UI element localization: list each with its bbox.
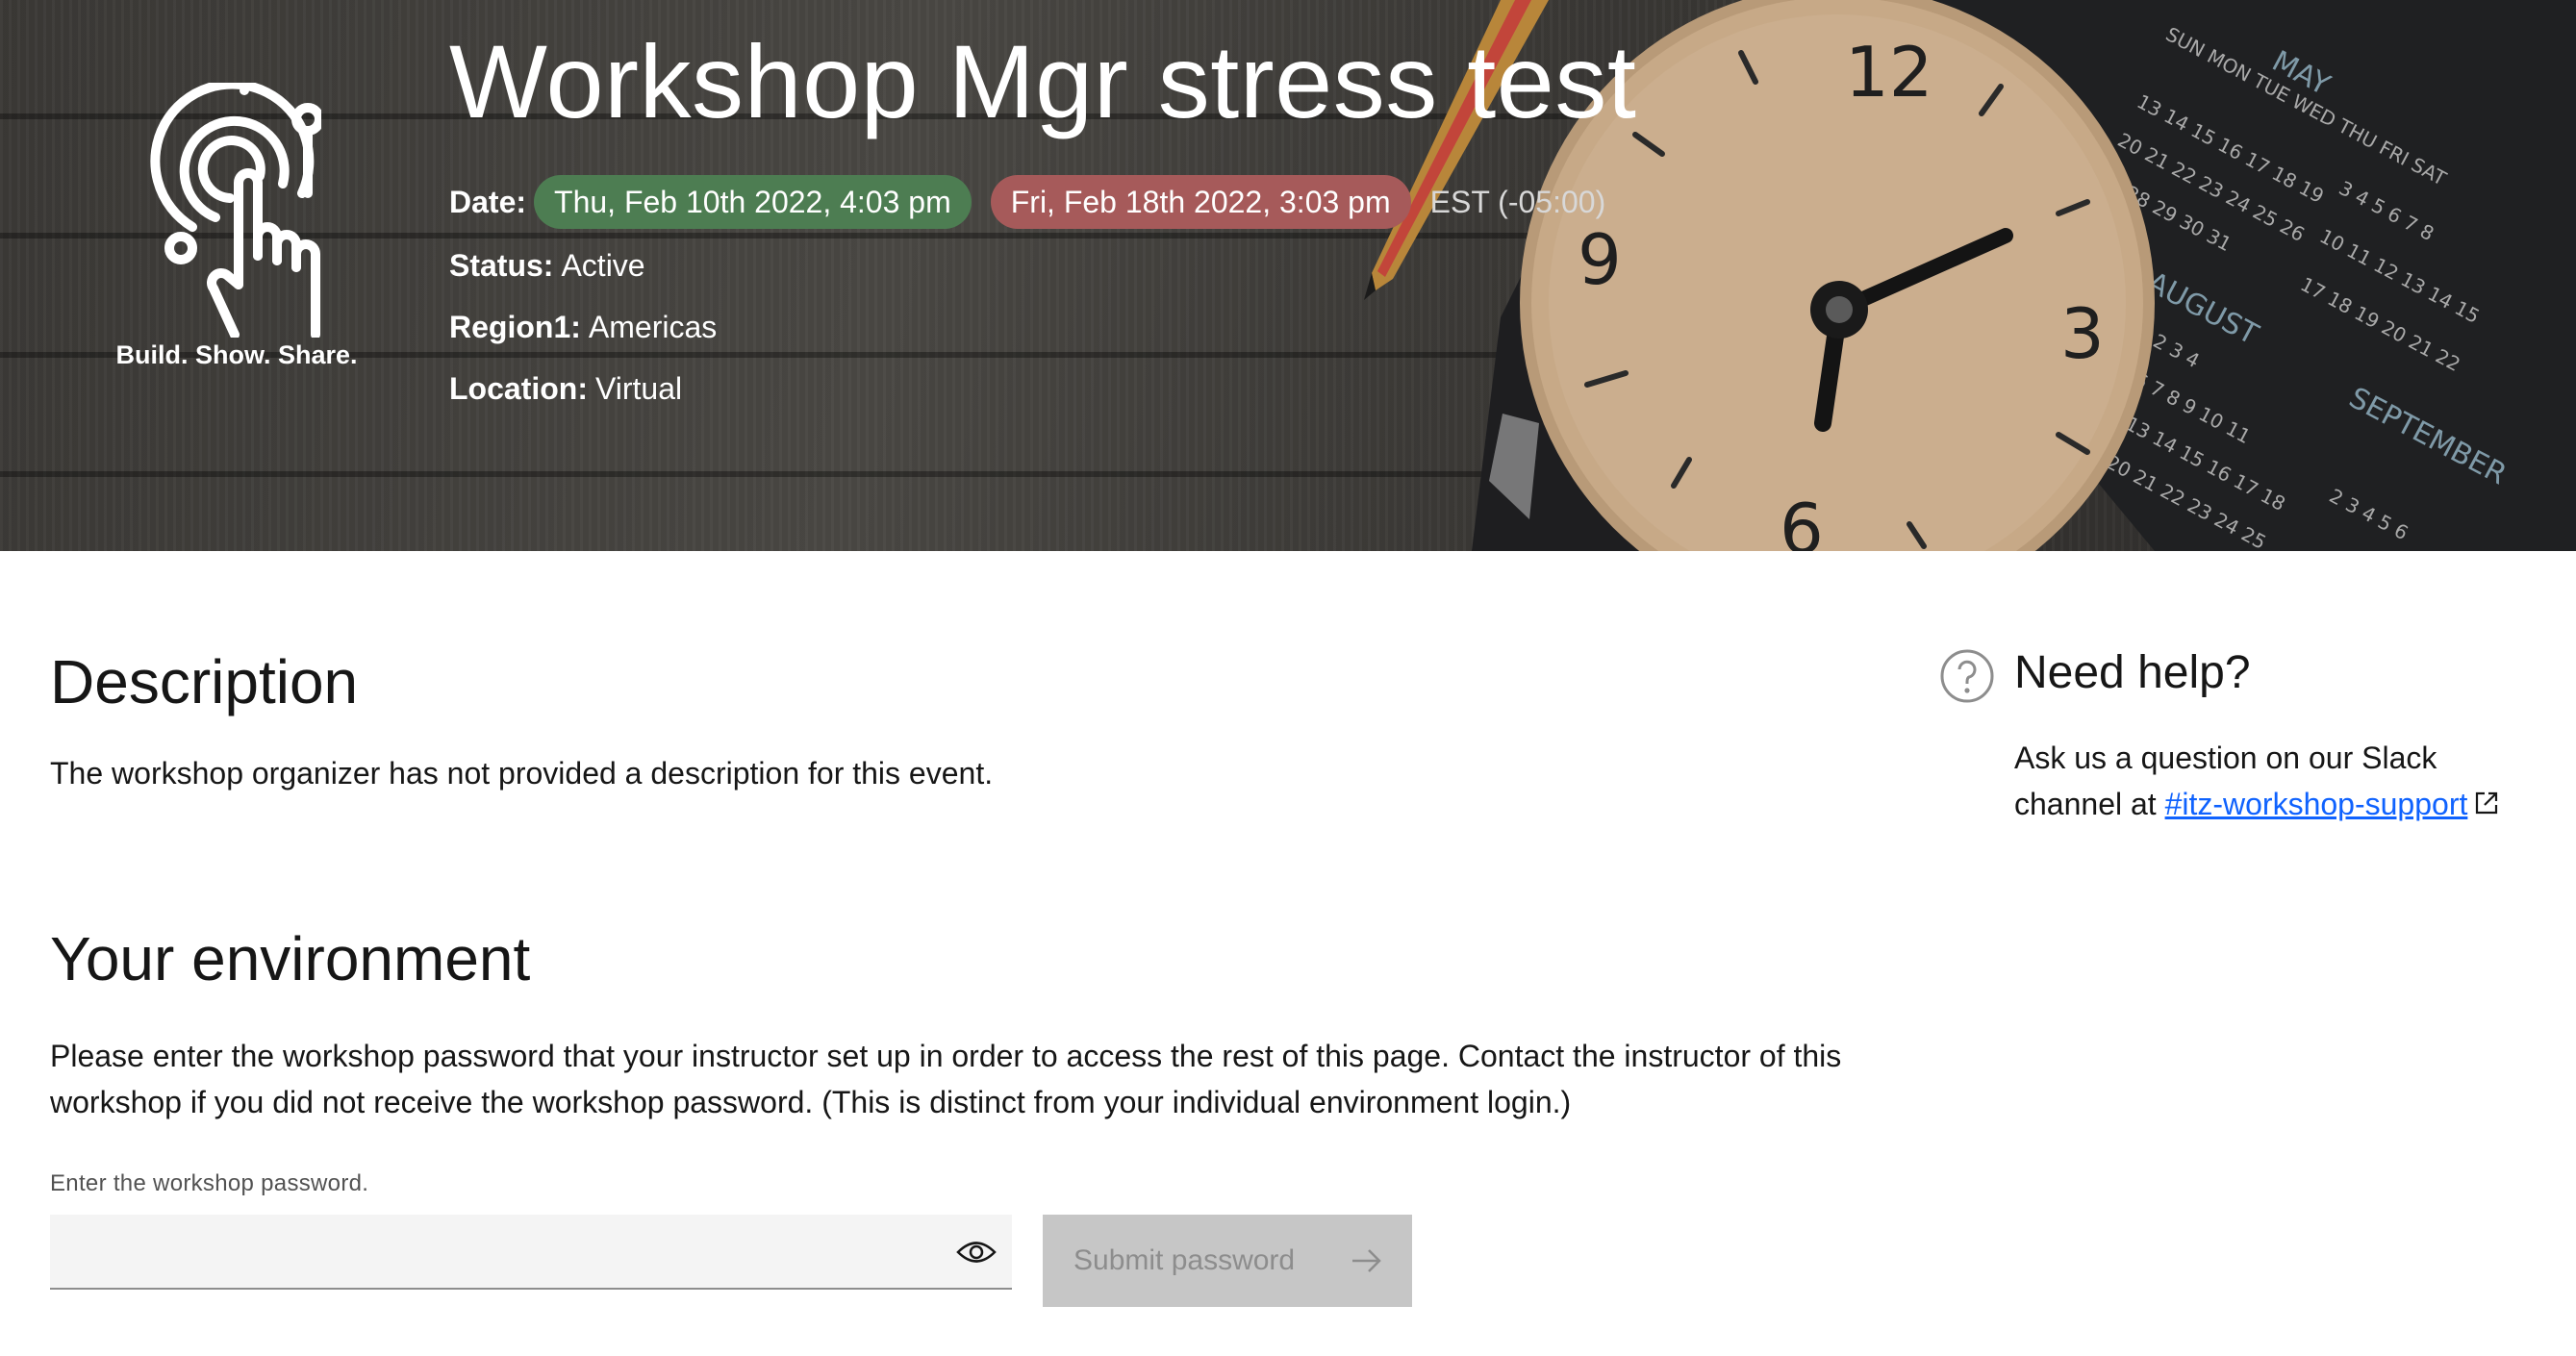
date-label: Date:: [449, 184, 527, 219]
password-input[interactable]: [50, 1215, 945, 1288]
location-row: Location: Virtual: [449, 371, 682, 407]
external-link-icon[interactable]: [2473, 790, 2500, 816]
end-date-badge: Fri, Feb 18th 2022, 3:03 pm: [990, 175, 1411, 229]
password-field-label: Enter the workshop password.: [50, 1170, 369, 1196]
password-field: [50, 1215, 1012, 1290]
status-label: Status:: [449, 248, 554, 283]
status-row: Status: Active: [449, 248, 645, 284]
environment-heading: Your environment: [50, 924, 531, 993]
hero-banner: SUN MON TUE WED THU FRI SAT MAY 13 14 15…: [0, 0, 2576, 551]
environment-instructions: Please enter the workshop password that …: [50, 1039, 1842, 1119]
svg-text:9: 9: [1578, 219, 1622, 300]
location-label: Location:: [449, 371, 588, 406]
eye-icon[interactable]: [952, 1236, 1000, 1268]
region-label: Region1:: [449, 310, 581, 344]
region-row: Region1: Americas: [449, 310, 717, 345]
help-heading: Need help?: [2014, 647, 2251, 698]
svg-text:6: 6: [1780, 489, 1824, 551]
description-text: The workshop organizer has not provided …: [50, 756, 994, 791]
help-text: Ask us a question on our Slack channel a…: [2014, 735, 2553, 827]
svg-text:12: 12: [1845, 32, 1933, 113]
location-value: Virtual: [594, 371, 683, 406]
svg-text:3: 3: [2060, 293, 2105, 374]
timezone-label: EST (-05:00): [1429, 184, 1606, 219]
brand-logo: Build. Show. Share.: [112, 73, 362, 381]
description-heading: Description: [50, 647, 359, 716]
slack-channel-link[interactable]: #itz-workshop-support: [2165, 787, 2468, 821]
submit-password-label: Submit password: [1073, 1244, 1296, 1276]
status-value: Active: [561, 248, 645, 283]
start-date-badge: Thu, Feb 10th 2022, 4:03 pm: [534, 175, 972, 229]
help-circle-icon: [1940, 649, 1994, 703]
submit-password-button[interactable]: Submit password: [1043, 1215, 1412, 1307]
logo-tagline: Build. Show. Share.: [115, 340, 358, 369]
region-value: Americas: [588, 310, 718, 344]
arrow-right-icon: [1352, 1249, 1381, 1272]
page-title: Workshop Mgr stress test: [449, 23, 1637, 139]
date-row: Date: Thu, Feb 10th 2022, 4:03 pm Fri, F…: [449, 175, 1605, 229]
touch-logo-icon: [150, 83, 321, 338]
